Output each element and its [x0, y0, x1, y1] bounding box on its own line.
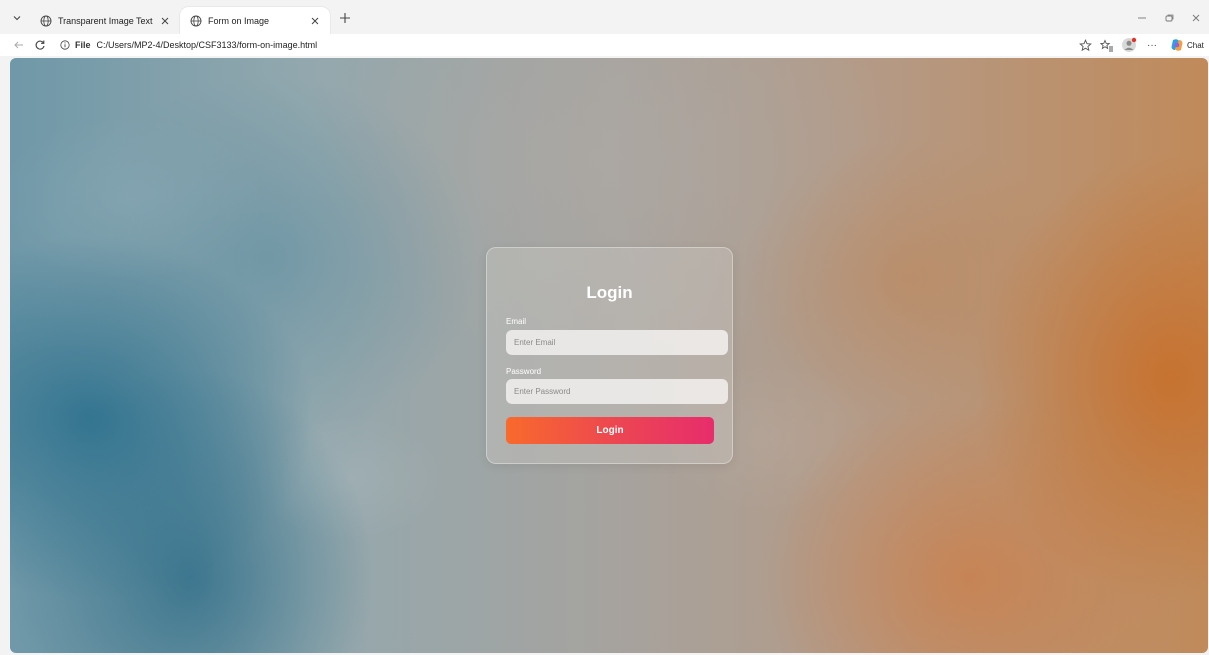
browser-toolbar: File C:/Users/MP2-4/Desktop/CSF3133/form…: [0, 34, 1209, 56]
password-input[interactable]: [506, 379, 728, 404]
copilot-icon: [1171, 39, 1183, 51]
minimize-icon[interactable]: [1136, 12, 1148, 24]
url-scheme-label: File: [75, 40, 91, 50]
refresh-icon[interactable]: [33, 38, 47, 52]
tab-actions-chevron-icon[interactable]: [9, 10, 25, 26]
restore-icon[interactable]: [1163, 12, 1175, 24]
tab-title: Form on Image: [208, 15, 270, 26]
globe-icon: [190, 15, 202, 26]
info-icon[interactable]: [60, 40, 70, 50]
login-button[interactable]: Login: [506, 417, 714, 444]
login-card: Login Email Password Login: [486, 247, 733, 464]
password-label: Password: [506, 367, 542, 376]
copilot-chat-button[interactable]: Chat: [1170, 37, 1204, 53]
profile-avatar-icon[interactable]: [1121, 37, 1137, 53]
tab-form-on-image[interactable]: Form on Image: [180, 7, 330, 34]
tab-strip: Transparent Image Text Form on Image: [0, 0, 1209, 34]
email-input[interactable]: [506, 330, 728, 355]
chat-label: Chat: [1187, 40, 1204, 50]
close-window-icon[interactable]: [1190, 12, 1202, 24]
email-label: Email: [506, 317, 527, 326]
url-text[interactable]: C:/Users/MP2-4/Desktop/CSF3133/form-on-i…: [97, 40, 318, 50]
favorite-star-icon[interactable]: [1077, 37, 1093, 53]
page-background-image: Login Email Password Login: [10, 58, 1208, 653]
favorites-list-icon[interactable]: [1099, 37, 1115, 53]
login-heading: Login: [586, 283, 633, 302]
tab-transparent-image-text[interactable]: Transparent Image Text: [30, 7, 180, 34]
globe-icon: [40, 15, 52, 26]
address-bar[interactable]: File C:/Users/MP2-4/Desktop/CSF3133/form…: [54, 36, 1098, 54]
new-tab-plus-icon[interactable]: [338, 11, 352, 25]
close-tab-icon[interactable]: [310, 16, 320, 26]
back-arrow-icon[interactable]: [12, 38, 26, 52]
tab-title: Transparent Image Text: [58, 15, 153, 26]
close-tab-icon[interactable]: [160, 16, 170, 26]
more-options-icon[interactable]: ···: [1144, 37, 1160, 53]
